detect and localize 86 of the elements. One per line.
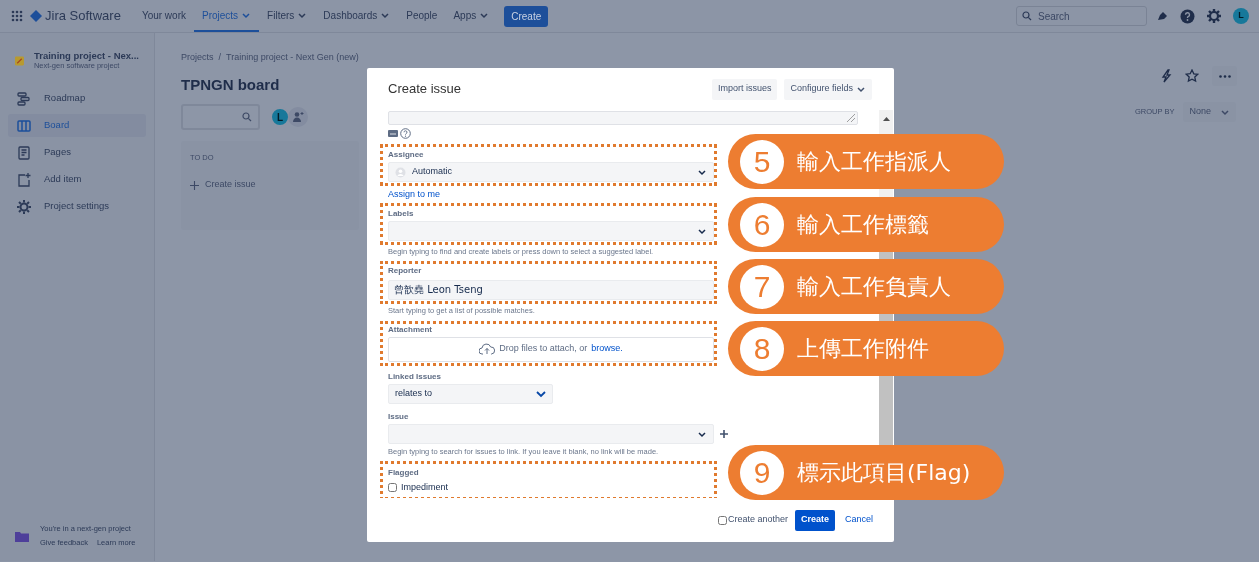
add-person-icon[interactable] <box>288 107 308 127</box>
folder-icon <box>15 530 29 542</box>
checkbox-label: Impediment <box>401 480 449 494</box>
sidebar-item[interactable]: Pages <box>8 141 146 164</box>
help-icon <box>400 128 411 139</box>
link-type-dropdown[interactable]: relates to <box>388 383 553 404</box>
nav-menu-item[interactable]: Apps <box>445 0 498 32</box>
impediment-checkbox[interactable] <box>388 483 397 492</box>
callout-text: 輸入工作指派人 <box>797 148 951 176</box>
configure-fields-button[interactable]: Configure fields <box>784 78 872 100</box>
plus-icon <box>190 180 199 190</box>
step-number: 5 <box>740 139 784 184</box>
checkbox-label: Create another <box>727 513 788 527</box>
reporter-field[interactable]: 曾歆堯 Leon Tseng <box>388 280 714 301</box>
dialog-title: Create issue <box>388 80 461 99</box>
board-title: TPNGN board <box>181 74 280 95</box>
assign-to-me-link[interactable]: Assign to me <box>388 188 441 200</box>
field-label: Attachment <box>388 324 433 335</box>
step-number: 9 <box>740 450 784 495</box>
app-grid-icon <box>11 10 23 22</box>
search-icon <box>242 112 252 122</box>
scroll-up-arrow-icon <box>882 116 890 121</box>
create-submit-button[interactable]: Create <box>794 509 835 531</box>
user-avatar[interactable]: L <box>1233 8 1249 24</box>
project-name[interactable]: Training project - Nex... <box>33 51 139 61</box>
more-icon <box>1218 74 1231 78</box>
group-by-dropdown[interactable]: None <box>1183 102 1236 122</box>
diamond-logo-icon <box>30 10 42 22</box>
page-icon <box>17 145 31 160</box>
step-number: 7 <box>740 264 784 309</box>
person-icon <box>395 166 406 178</box>
sidebar-item[interactable]: Roadmap <box>8 87 146 110</box>
plus-icon <box>720 429 728 438</box>
step-number: 6 <box>740 202 784 247</box>
product-logo-text[interactable]: Jira Software <box>45 6 121 26</box>
browse-link[interactable]: browse. <box>591 342 623 356</box>
callout-text: 輸入工作負責人 <box>797 273 951 301</box>
nav-menu-item[interactable]: Projects <box>194 0 260 32</box>
field-label: Reporter <box>388 266 423 277</box>
cancel-link[interactable]: Cancel <box>845 513 873 527</box>
breadcrumb-link[interactable]: Training project - Next Gen (new) <box>226 51 359 65</box>
callout-text: 上傳工作附件 <box>797 335 929 363</box>
chevron-down-icon <box>856 85 866 93</box>
chevron-down-icon <box>697 429 707 438</box>
field-label: Labels <box>388 209 415 219</box>
nav-menu-item[interactable]: People <box>398 0 446 32</box>
nav-menu-item[interactable]: Filters <box>259 0 316 32</box>
bell-icon <box>1156 9 1169 23</box>
roadmap-icon <box>17 91 31 106</box>
attachment-dropzone[interactable]: Drop files to attach, or browse. <box>388 336 714 362</box>
resize-handle-icon <box>847 114 855 122</box>
board-icon <box>17 118 31 133</box>
gear-icon <box>17 199 31 214</box>
field-label: Flagged <box>388 467 420 478</box>
sidebar-item[interactable]: Project settings <box>8 195 146 218</box>
field-label: Linked Issues <box>388 371 442 382</box>
cloud-upload-icon <box>479 343 496 355</box>
chevron-down-icon <box>697 168 707 176</box>
chevron-down-icon <box>536 389 546 398</box>
breadcrumb-separator: / <box>218 51 222 64</box>
nav-menu-item[interactable]: Dashboards <box>315 0 399 32</box>
create-another-checkbox[interactable] <box>717 515 727 525</box>
chevron-down-icon <box>1220 108 1230 116</box>
step-number: 8 <box>740 326 784 371</box>
board-search-field[interactable] <box>181 104 260 130</box>
import-issues-button[interactable]: Import issues <box>711 78 778 100</box>
keyboard-icon <box>388 130 398 137</box>
dropzone-text: Drop files to attach, or <box>499 342 588 356</box>
nav-menu-item[interactable]: Your work <box>133 0 194 32</box>
chevron-down-icon <box>697 227 707 235</box>
create-button[interactable]: Create <box>504 5 549 27</box>
add-icon[interactable] <box>720 429 728 438</box>
user-avatar[interactable]: L <box>270 107 290 127</box>
notification-bell-icon[interactable] <box>1156 9 1169 23</box>
field-label: Assignee <box>388 150 425 160</box>
sidebar-item[interactable]: Board <box>8 114 146 137</box>
callout-text: 標示此項目(Flag) <box>797 459 971 487</box>
search-icon <box>1022 11 1032 21</box>
field-label: Issue <box>388 411 410 422</box>
breadcrumb-link[interactable]: Projects <box>181 51 214 65</box>
sidebar-item[interactable]: Add item <box>8 168 146 191</box>
assignee-dropdown[interactable]: Automatic <box>388 162 714 182</box>
create-issue-button[interactable]: Create issue <box>190 178 256 192</box>
callout-text: 輸入工作標籤 <box>797 211 929 239</box>
search-field[interactable]: Search <box>1016 6 1147 26</box>
add-item-icon <box>17 172 31 187</box>
